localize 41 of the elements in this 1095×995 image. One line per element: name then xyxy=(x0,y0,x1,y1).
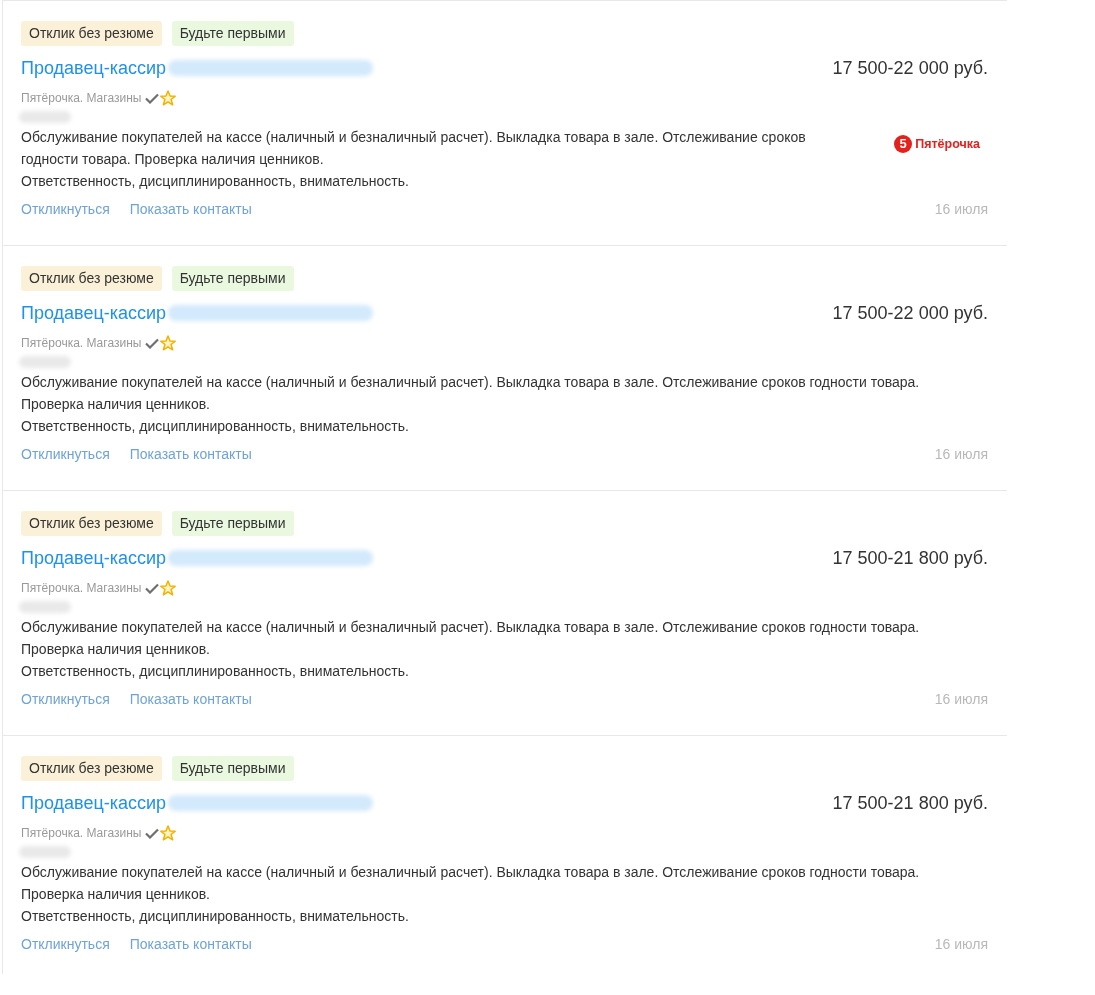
salary-text: 17 500-22 000 руб. xyxy=(832,57,988,80)
date-text: 16 июля xyxy=(934,935,988,954)
description-text: Ответственность, дисциплинированность, внимательность. xyxy=(21,662,410,681)
tag-label: Отклик без резюме xyxy=(21,266,162,291)
action-link[interactable]: Показать контакты xyxy=(129,934,252,954)
action-link[interactable]: Откликнуться xyxy=(21,689,110,709)
tag-label: Будьте первыми xyxy=(171,756,294,781)
description-text: Ответственность, дисциплинированность, внимательность. xyxy=(21,417,410,436)
action-link[interactable]: Откликнуться xyxy=(21,199,110,219)
vacancy-title-link[interactable]: Продавец-кассир xyxy=(21,301,167,325)
tag-label: Отклик без резюме xyxy=(21,756,162,781)
company-name-link[interactable]: Пятёрочка. Магазины xyxy=(21,335,142,351)
company-name-link[interactable]: Пятёрочка. Магазины xyxy=(21,90,142,106)
vacancy-title-link[interactable]: Продавец-кассир xyxy=(21,791,167,815)
action-link[interactable]: Откликнуться xyxy=(21,934,110,954)
company-logo: 5 Пятёрочка xyxy=(894,135,980,153)
tag-label: Отклик без резюме xyxy=(21,21,162,46)
description-text: Ответственность, дисциплинированность, внимательность. xyxy=(21,172,410,191)
tag-label: Отклик без резюме xyxy=(21,511,162,536)
action-link[interactable]: Показать контакты xyxy=(129,444,252,464)
action-link[interactable]: Показать контакты xyxy=(129,199,252,219)
date-text: 16 июля xyxy=(934,200,988,219)
salary-text: 17 500-21 800 руб. xyxy=(832,792,988,815)
description-text: Обслуживание покупателей на кассе (наличный и безналичный расчет). Выкладка товара в зале. Отслеживание сроков годности товара. Проверка наличия ценников. xyxy=(21,373,921,414)
vacancy-title-link[interactable]: Продавец-кассир xyxy=(21,56,167,80)
description-text: Обслуживание покупателей на кассе (наличный и безналичный расчет). Выкладка товара в зале. Отслеживание сроков годности товара. Проверка наличия ценников. xyxy=(21,863,921,904)
tag-label: Будьте первыми xyxy=(171,21,294,46)
action-link[interactable]: Показать контакты xyxy=(129,689,252,709)
tag-label: Будьте первыми xyxy=(171,511,294,536)
description-text: Ответственность, дисциплинированность, внимательность. xyxy=(21,907,410,926)
salary-text: 17 500-22 000 руб. xyxy=(832,302,988,325)
vacancy-title-link[interactable]: Продавец-кассир xyxy=(21,546,167,570)
tag-label: Будьте первыми xyxy=(171,266,294,291)
description-text: Обслуживание покупателей на кассе (наличный и безналичный расчет). Выкладка товара в зале. Отслеживание сроков годности товара. Проверка наличия ценников. xyxy=(21,128,807,169)
company-name-link[interactable]: Пятёрочка. Магазины xyxy=(21,825,142,841)
salary-text: 17 500-21 800 руб. xyxy=(832,547,988,570)
date-text: 16 июля xyxy=(934,690,988,709)
date-text: 16 июля xyxy=(934,445,988,464)
company-name-link[interactable]: Пятёрочка. Магазины xyxy=(21,580,142,596)
action-link[interactable]: Откликнуться xyxy=(21,444,110,464)
description-text: Обслуживание покупателей на кассе (наличный и безналичный расчет). Выкладка товара в зале. Отслеживание сроков годности товара. Проверка наличия ценников. xyxy=(21,618,921,659)
